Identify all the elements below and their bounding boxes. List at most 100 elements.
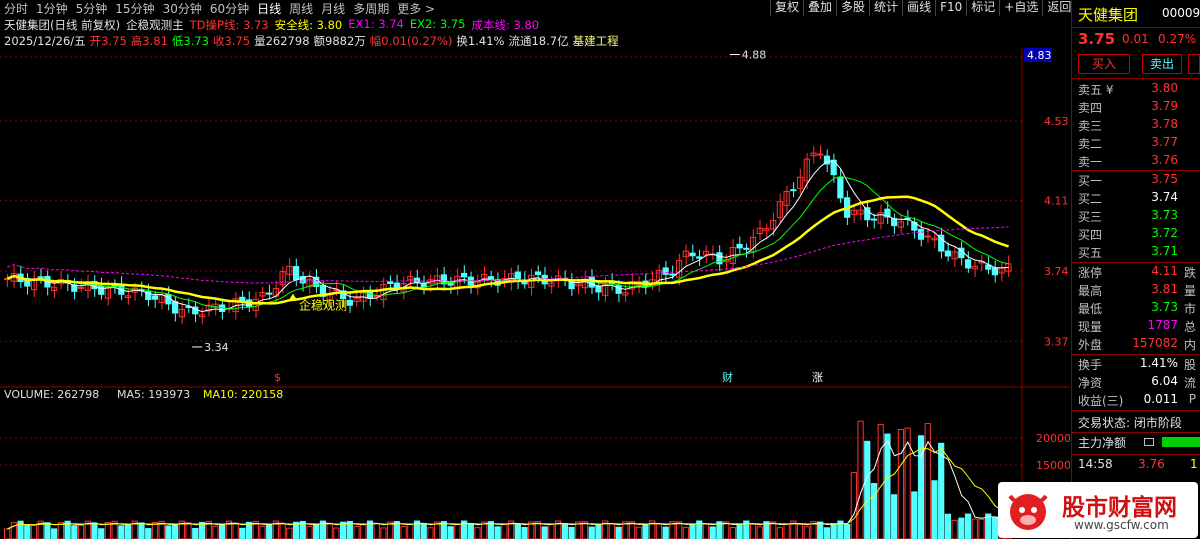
volume-bar (897, 428, 904, 539)
tab-15min[interactable]: 15分钟 (111, 0, 158, 17)
f10-button[interactable]: F10 (935, 0, 966, 16)
close-key: 收 (213, 34, 225, 48)
ask-row[interactable]: 卖五 ¥3.80 (1078, 81, 1196, 99)
right-toolbar: 复权 叠加 多股 统计 画线 F10 标记 +自选 返回 (770, 0, 1075, 16)
ask-row[interactable]: 卖四 3.79 (1078, 99, 1196, 117)
tab-daily[interactable]: 日线 (253, 0, 285, 17)
candle-body (964, 259, 972, 269)
price-tick-label: 4.53 (1044, 115, 1069, 128)
volume-bar (850, 472, 857, 539)
expand-button[interactable] (1188, 54, 1200, 74)
buy-button[interactable]: 买入 (1078, 54, 1130, 74)
tab-weekly[interactable]: 周线 (285, 0, 317, 17)
volume-bar (71, 525, 78, 539)
candle-body (817, 153, 824, 156)
volume-bar (232, 522, 239, 539)
volume-bar (870, 483, 878, 539)
volume-bar (978, 518, 985, 539)
volume-bar (138, 522, 145, 539)
signal-label: 企稳观测 (299, 298, 347, 313)
volume-bar (306, 525, 313, 539)
change-key: 幅 (369, 34, 382, 48)
draw-line-button[interactable]: 画线 (902, 0, 935, 16)
add-watchlist-button[interactable]: +自选 (999, 0, 1042, 16)
volume-bar (729, 526, 736, 539)
candle-body (669, 273, 676, 276)
volume-bar (608, 523, 616, 539)
ask-row[interactable]: 卖一 3.76 (1078, 153, 1196, 171)
low-key: 低 (171, 34, 184, 48)
tab-more[interactable]: 更多 > (393, 0, 439, 17)
volume-bar (467, 523, 474, 539)
volume-bar (749, 523, 757, 539)
adjust-button[interactable]: 复权 (770, 0, 803, 16)
volume-bar (198, 521, 206, 539)
bid-row[interactable]: 买二 3.74 (1078, 190, 1196, 208)
sell-button[interactable]: 卖出 (1142, 54, 1182, 74)
volume-bar (877, 424, 884, 539)
volume-bar (360, 524, 367, 539)
tab-5min[interactable]: 5分钟 (72, 0, 112, 17)
panel-change-pct: 0.27% (1158, 32, 1197, 46)
kline-chart[interactable]: 4.53 4.11 3.74 3.37 4.83 4.88 3.34 企稳观测 $ 财 涨 VOLUM… (0, 48, 1070, 539)
tab-60min[interactable]: 60分钟 (206, 0, 253, 17)
stat-row: 涨停 4.11 跌 (1078, 264, 1196, 280)
volume-bar (373, 522, 380, 539)
overlay-button[interactable]: 叠加 (803, 0, 836, 16)
volume-bar (400, 526, 407, 539)
sector-label[interactable]: 基建工程 (573, 33, 619, 48)
volume-bar (823, 527, 831, 539)
volume-bar (689, 523, 696, 539)
bid-row[interactable]: 买一 3.75 (1078, 172, 1196, 190)
indicator-name[interactable]: 企稳观测主 (126, 17, 184, 32)
volume-bar (51, 528, 58, 539)
event-marker-limit: 涨 (812, 371, 823, 384)
volume-bar (702, 523, 710, 539)
bid-row[interactable]: 买五 3.71 (1078, 244, 1196, 262)
candle-body (736, 243, 743, 249)
bid-row[interactable]: 买四 3.72 (1078, 226, 1196, 244)
candle-body (595, 285, 602, 293)
volume-bar (756, 526, 763, 539)
high-price-label: 4.88 (742, 49, 767, 62)
signal-up-arrow (288, 293, 297, 300)
stat-row: 换手 1.41% 股 (1078, 356, 1196, 372)
low-value: 3.73 (183, 34, 209, 48)
candle-body (662, 267, 669, 275)
volume-bar (682, 526, 689, 539)
mark-button[interactable]: 标记 (966, 0, 999, 16)
volume-bar (655, 523, 663, 539)
volume-bar (917, 435, 925, 539)
ma5-header: MA5: 193973 (117, 388, 190, 401)
tab-multi-period[interactable]: 多周期 (349, 0, 393, 17)
volume-bar (387, 521, 394, 539)
volume-bar (259, 525, 266, 539)
volume-bar (279, 522, 286, 539)
tick-time: 14:58 (1078, 457, 1113, 471)
volume-bar (958, 517, 965, 539)
tab-1min[interactable]: 1分钟 (32, 0, 72, 17)
ohlc-line: 2025/12/26/五 开3.75 高3.81 低3.73 收3.75 量26… (4, 33, 619, 48)
volume-bar (561, 523, 568, 539)
volume-bar (151, 521, 159, 539)
bid-row[interactable]: 买三 3.73 (1078, 208, 1196, 226)
cost-line-value: 成本线: 3.80 (471, 18, 540, 32)
volume-bar (796, 523, 804, 539)
tab-intraday[interactable]: 分时 (0, 0, 32, 17)
volume-bar (333, 527, 340, 539)
candle-body (487, 276, 495, 280)
volume-bar (635, 526, 642, 539)
tab-monthly[interactable]: 月线 (317, 0, 349, 17)
stats-button[interactable]: 统计 (869, 0, 902, 16)
volume-bar (313, 524, 320, 539)
tab-30min[interactable]: 30分钟 (159, 0, 206, 17)
stat-row: 外盘 157082 内 (1078, 336, 1196, 352)
volume-bar (514, 523, 521, 539)
ask-row[interactable]: 卖三 3.78 (1078, 117, 1196, 135)
volume-bar (124, 524, 132, 539)
volume-bar (30, 524, 38, 539)
ask-row[interactable]: 卖二 3.77 (1078, 135, 1196, 153)
panel-change: 0.01 (1122, 32, 1149, 46)
multi-stock-button[interactable]: 多股 (836, 0, 869, 16)
volume-bar (628, 521, 636, 539)
